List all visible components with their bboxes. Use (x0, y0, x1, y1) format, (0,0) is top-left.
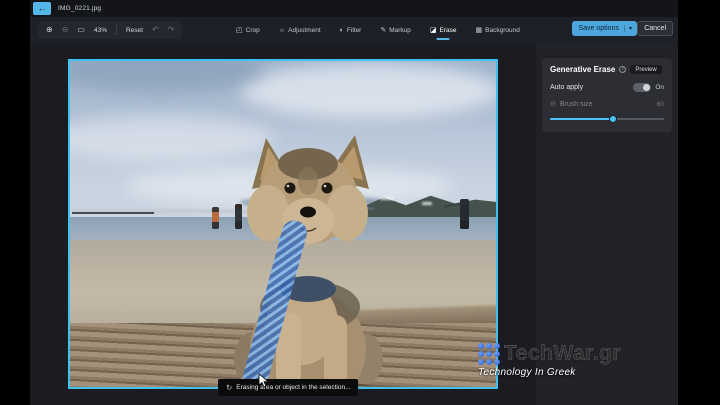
brush-size-row: ⊙ Brush size 60 (550, 101, 664, 108)
tab-erase[interactable]: ◪ Erase (424, 20, 463, 40)
preview-badge: Preview (630, 65, 661, 74)
divider (116, 25, 117, 35)
brush-size-icon: ⊙ (550, 101, 556, 108)
undo-icon[interactable]: ↶ (152, 26, 159, 34)
file-name: IMG_0221.jpg (58, 5, 101, 12)
editor-toolbar: ⊕ ⊖ ▭ 43% Reset ↶ ↷ ◰ Crop ☼ Adjustment (30, 17, 678, 43)
techwar-watermark: TechWar.gr Technology In Greek (478, 342, 621, 378)
back-button[interactable]: ← (33, 2, 51, 15)
info-icon[interactable]: i (619, 66, 626, 73)
watermark-title: TechWar.gr (504, 342, 621, 366)
status-text: Erasing area or object in the selection.… (236, 384, 350, 391)
video-frame: ← IMG_0221.jpg ⊕ ⊖ ▭ 43% Reset ↶ ↷ ◰ Cro… (0, 0, 720, 405)
slider-thumb[interactable] (609, 115, 617, 123)
edit-canvas-area: ↻ Erasing area or object in the selectio… (30, 43, 678, 405)
panel-title: Generative Erase (550, 65, 615, 74)
spinner-icon: ↻ (226, 383, 232, 392)
title-bar: ← IMG_0221.jpg (30, 0, 678, 17)
brush-size-value: 60 (657, 101, 664, 108)
brush-size-slider[interactable] (550, 115, 664, 123)
generative-erase-card: Generative Erase i Preview Auto apply On (542, 58, 672, 132)
tab-crop[interactable]: ◰ Crop (230, 20, 266, 40)
reset-button[interactable]: Reset (126, 27, 143, 34)
photos-app-window: ← IMG_0221.jpg ⊕ ⊖ ▭ 43% Reset ↶ ↷ ◰ Cro… (30, 0, 678, 405)
zoom-in-icon[interactable]: ⊕ (46, 26, 53, 34)
tab-adjustment[interactable]: ☼ Adjustment (273, 20, 327, 40)
zoom-out-icon[interactable]: ⊖ (62, 26, 69, 34)
tab-filter[interactable]: ◐ Filter (334, 20, 368, 40)
crop-icon: ◰ (236, 27, 243, 34)
status-tooltip: ↻ Erasing area or object in the selectio… (218, 379, 358, 396)
filter-icon: ◐ (340, 27, 344, 34)
auto-apply-toggle[interactable] (633, 83, 651, 92)
zoom-controls: ⊕ ⊖ ▭ 43% Reset ↶ ↷ (38, 21, 182, 39)
auto-apply-state: On (655, 84, 664, 91)
watermark-subtitle: Technology In Greek (478, 367, 621, 378)
adjustment-icon: ☼ (279, 27, 285, 34)
erase-icon: ◪ (430, 27, 437, 34)
redo-icon[interactable]: ↷ (168, 26, 175, 34)
tab-markup[interactable]: ✎ Markup (374, 20, 417, 40)
save-options-button[interactable]: Save options ▾ (572, 21, 638, 36)
brush-size-label: Brush size (560, 101, 593, 108)
background-icon: ▦ (476, 27, 483, 34)
photo-canvas[interactable] (68, 59, 498, 389)
techwar-logo-icon (478, 343, 500, 365)
cancel-button[interactable]: Cancel (637, 21, 673, 36)
mouse-cursor (258, 373, 269, 388)
auto-apply-label: Auto apply (550, 84, 583, 91)
chevron-down-icon: ▾ (624, 25, 637, 32)
back-icon: ← (38, 3, 47, 13)
zoom-level: 43% (94, 27, 107, 34)
edit-mode-tabs: ◰ Crop ☼ Adjustment ◐ Filter ✎ Markup ◪ (230, 19, 526, 41)
toggle-knob (643, 84, 650, 91)
tab-background[interactable]: ▦ Background (470, 20, 526, 40)
markup-icon: ✎ (380, 27, 386, 34)
slider-fill (550, 118, 613, 120)
fit-to-screen-icon[interactable]: ▭ (77, 26, 85, 34)
